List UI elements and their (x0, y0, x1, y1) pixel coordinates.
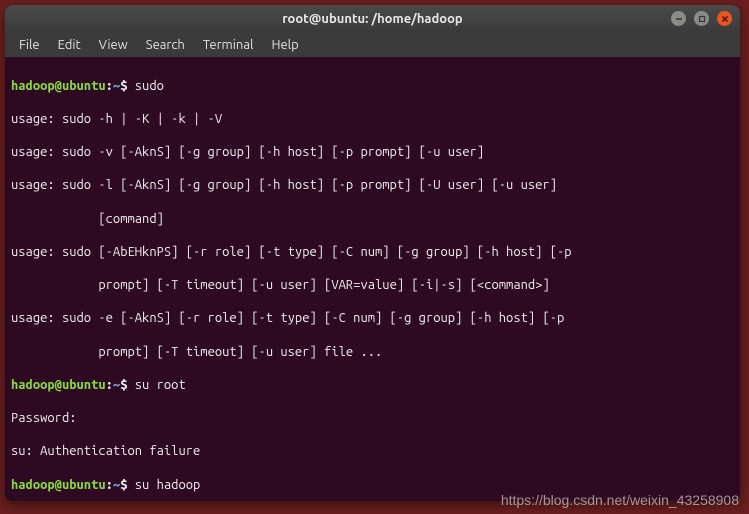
window-controls (671, 11, 732, 26)
menubar: File Edit View Search Terminal Help (5, 33, 740, 57)
titlebar[interactable]: root@ubuntu: /home/hadoop (5, 5, 740, 33)
output-line: prompt] [-T timeout] [-u user] file ... (11, 344, 734, 361)
prompt-user: hadoop@ubuntu (11, 79, 106, 93)
menu-file[interactable]: File (11, 36, 48, 54)
menu-search[interactable]: Search (138, 36, 193, 54)
output-line: usage: sudo -e [-AknS] [-r role] [-t typ… (11, 310, 734, 327)
output-line: usage: sudo -h | -K | -k | -V (11, 111, 734, 128)
cmd-text: sudo (127, 79, 163, 93)
menu-help[interactable]: Help (263, 36, 306, 54)
output-line: prompt] [-T timeout] [-u user] [VAR=valu… (11, 277, 734, 294)
menu-view[interactable]: View (91, 36, 136, 54)
menu-terminal[interactable]: Terminal (195, 36, 262, 54)
output-line: su: Authentication failure (11, 443, 734, 460)
output-line: Password: (11, 410, 734, 427)
output-line: usage: sudo -v [-AknS] [-g group] [-h ho… (11, 144, 734, 161)
output-line: usage: sudo -l [-AknS] [-g group] [-h ho… (11, 177, 734, 194)
terminal-window: root@ubuntu: /home/hadoop File Edit View… (5, 5, 740, 501)
terminal-output[interactable]: hadoop@ubuntu:~$ sudo usage: sudo -h | -… (5, 57, 740, 501)
minimize-button[interactable] (671, 11, 686, 26)
window-title: root@ubuntu: /home/hadoop (282, 12, 462, 26)
close-button[interactable] (717, 11, 732, 26)
menu-edit[interactable]: Edit (50, 36, 89, 54)
output-line: [command] (11, 211, 734, 228)
output-line: usage: sudo [-AbEHknPS] [-r role] [-t ty… (11, 244, 734, 261)
maximize-button[interactable] (694, 11, 709, 26)
